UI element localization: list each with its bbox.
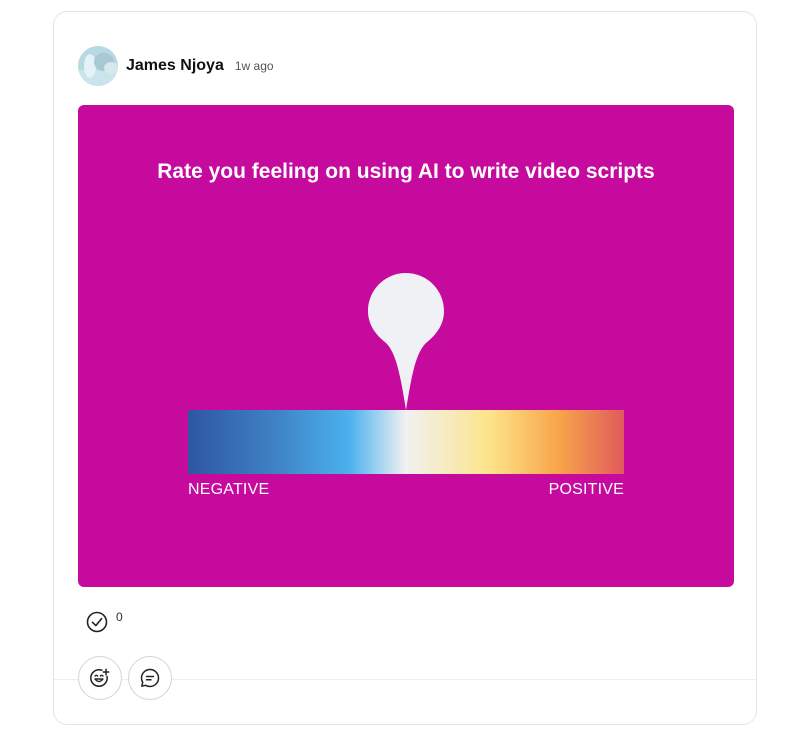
post-timestamp: 1w ago [234,59,274,73]
comment-icon [140,668,160,688]
reaction-count: 0 [116,610,123,624]
sentiment-scale[interactable] [188,410,624,474]
slider-poll: Rate you feeling on using AI to write vi… [78,105,734,587]
negative-label: NEGATIVE [188,481,270,498]
reaction-summary[interactable]: 0 [86,610,123,633]
positive-label: POSITIVE [548,481,624,498]
comment-button[interactable] [128,656,172,700]
slider-marker-pin-icon[interactable] [366,273,446,413]
emoji-add-icon [90,668,110,687]
check-circle-icon [86,611,108,633]
poll-question: Rate you feeling on using AI to write vi… [157,160,655,183]
author-name[interactable]: James Njoya [126,57,224,75]
avatar[interactable] [78,46,118,86]
add-reaction-button[interactable] [78,656,122,700]
post-header: James Njoya 1w ago [78,46,274,86]
